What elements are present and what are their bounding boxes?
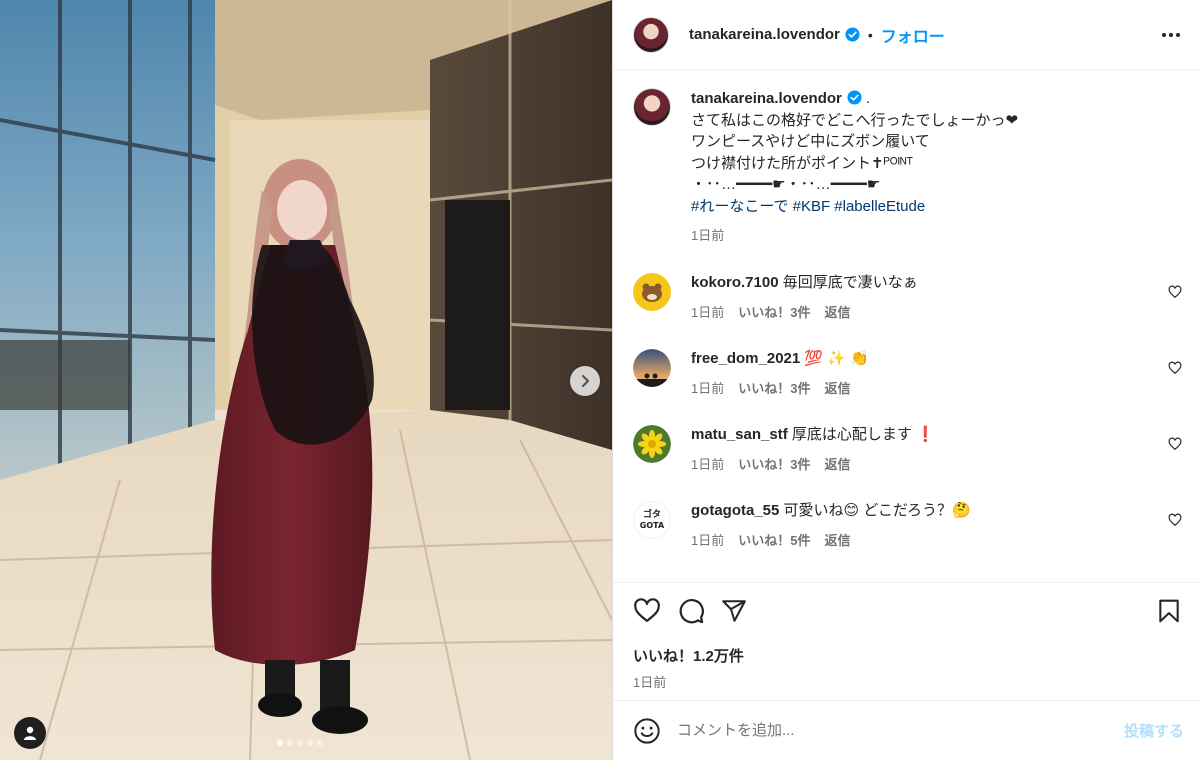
carousel-dot-active: [277, 740, 283, 746]
commenter-avatar[interactable]: [633, 348, 671, 387]
comment-likes[interactable]: いいね！5件: [738, 531, 810, 551]
comment-heart-icon[interactable]: [1168, 285, 1182, 299]
comment-time: 1日前: [691, 304, 725, 320]
comment-item: ゴタ GOTA gotagota_55 可愛いね😊 どこだろう？🤔 1日前 いい…: [633, 500, 1182, 551]
comment-heart-icon[interactable]: [1168, 513, 1182, 527]
post-time: 1日前: [633, 675, 667, 690]
like-count[interactable]: いいね！1.2万件: [633, 645, 1182, 666]
caption-line: さて私はこの格好でどこへ行ったでしょーかっ❤: [691, 111, 1019, 129]
comment-text: 可愛いね😊 どこだろう？🤔: [783, 501, 971, 519]
caption: tanakareina.lovendor . さて私はこの格好でどこへ行ったでし…: [633, 88, 1182, 247]
share-icon[interactable]: [721, 598, 747, 624]
post-side-panel: tanakareina.lovendor • フォロー tanakareina.…: [612, 0, 1200, 760]
caption-body: tanakareina.lovendor . さて私はこの格好でどこへ行ったでし…: [691, 88, 1018, 247]
comments-list: tanakareina.lovendor . さて私はこの格好でどこへ行ったでし…: [613, 70, 1200, 582]
caption-line: つけ襟付けた所がポイント✝ᴾᴼᴵᴺᵀ: [691, 154, 913, 172]
verified-badge-icon: [845, 27, 860, 42]
heart-icon[interactable]: [633, 597, 661, 625]
next-arrow-icon: [581, 374, 590, 388]
post-actions: いいね！1.2万件 1日前: [613, 582, 1200, 700]
caption-time: 1日前: [691, 228, 725, 243]
reply-button[interactable]: 返信: [824, 531, 850, 551]
photo-scene: [0, 0, 612, 760]
caption-line: ワンピースやけど中にズボン履いて: [691, 133, 930, 150]
comment-time: 1日前: [691, 380, 725, 396]
caption-line: ・･･…━━━━☛・･･…━━━━☛: [691, 176, 881, 193]
comment-username[interactable]: kokoro.7100: [691, 274, 779, 291]
header-separator: •: [867, 26, 873, 43]
gota-avatar-bottom: GOTA: [640, 521, 665, 530]
tag-user-icon: [24, 726, 36, 740]
more-options-icon[interactable]: [1162, 32, 1180, 37]
tagged-users-button[interactable]: [14, 717, 46, 749]
commenter-avatar[interactable]: [633, 272, 671, 311]
comment-text: 毎回厚底で凄いなぁ: [782, 273, 918, 291]
post-header: tanakareina.lovendor • フォロー: [613, 0, 1200, 70]
post-comment-button[interactable]: 投稿する: [1124, 720, 1184, 741]
comment-likes[interactable]: いいね！3件: [738, 303, 810, 323]
carousel-dot: [297, 740, 303, 746]
comment-username[interactable]: matu_san_stf: [691, 426, 788, 443]
comment-heart-icon[interactable]: [1168, 437, 1182, 451]
reply-button[interactable]: 返信: [824, 303, 850, 323]
caption-hashtags[interactable]: #れーなこーで #KBF #labelleEtude: [691, 196, 1018, 218]
reply-button[interactable]: 返信: [824, 379, 850, 399]
comment-likes[interactable]: いいね！3件: [738, 379, 810, 399]
carousel-dot: [317, 740, 323, 746]
comment-icon[interactable]: [677, 597, 705, 625]
commenter-avatar[interactable]: [633, 424, 671, 463]
comment-text: 厚底は心配します ❗: [791, 425, 935, 443]
reply-button[interactable]: 返信: [824, 455, 850, 475]
author-avatar[interactable]: [633, 16, 669, 53]
author-username[interactable]: tanakareina.lovendor: [689, 26, 840, 43]
carousel-dot: [287, 740, 293, 746]
comment-item: free_dom_2021 💯 ✨ 👏 1日前 いいね！3件 返信: [633, 348, 1182, 399]
carousel-indicator: [277, 740, 323, 746]
comment-likes[interactable]: いいね！3件: [738, 455, 810, 475]
comment-text: 💯 ✨ 👏: [804, 349, 869, 367]
comment-item: kokoro.7100 毎回厚底で凄いなぁ 1日前 いいね！3件 返信: [633, 272, 1182, 323]
carousel-dot: [307, 740, 313, 746]
add-comment-bar: 投稿する: [613, 700, 1200, 760]
caption-dot: .: [861, 90, 871, 107]
emoji-icon[interactable]: [633, 717, 661, 745]
caption-author-avatar[interactable]: [633, 88, 671, 126]
save-icon[interactable]: [1156, 598, 1182, 624]
post-photo[interactable]: [0, 0, 612, 760]
comment-time: 1日前: [691, 532, 725, 548]
post-dialog: tanakareina.lovendor • フォロー tanakareina.…: [0, 0, 1200, 760]
commenter-avatar[interactable]: ゴタ GOTA: [633, 500, 671, 539]
gota-avatar-top: ゴタ: [643, 508, 661, 520]
comment-username[interactable]: free_dom_2021: [691, 350, 800, 367]
follow-button[interactable]: フォロー: [881, 23, 945, 47]
comment-time: 1日前: [691, 456, 725, 472]
comment-item: matu_san_stf 厚底は心配します ❗ 1日前 いいね！3件 返信: [633, 424, 1182, 475]
comment-heart-icon[interactable]: [1168, 361, 1182, 375]
caption-username[interactable]: tanakareina.lovendor: [691, 90, 842, 107]
verified-badge-icon: [847, 90, 862, 105]
comment-username[interactable]: gotagota_55: [691, 502, 779, 519]
next-photo-button[interactable]: [570, 366, 600, 396]
comment-input[interactable]: [677, 722, 1124, 739]
